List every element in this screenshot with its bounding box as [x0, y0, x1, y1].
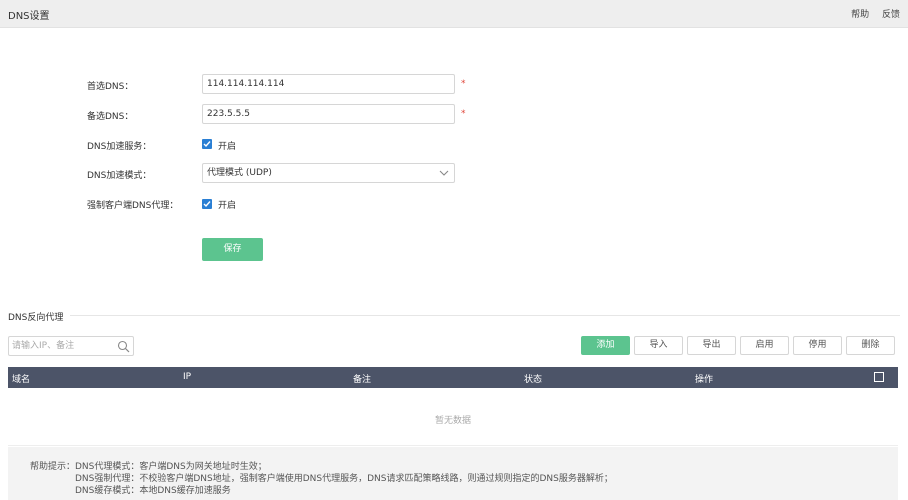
search-box	[8, 336, 134, 356]
select-all-checkbox[interactable]	[874, 372, 884, 382]
accel-mode-value: 代理模式 (UDP)	[207, 168, 272, 178]
force-proxy-label: 强制客户端DNS代理：	[87, 201, 179, 211]
check-icon	[203, 201, 211, 208]
header-links: 帮助 反馈	[841, 7, 900, 20]
save-button[interactable]: 保存	[202, 238, 263, 261]
search-input[interactable]	[12, 337, 112, 355]
table-empty-state: 暂无数据	[8, 388, 898, 446]
column-ip: IP	[183, 372, 192, 382]
help-label: 帮助提示：	[30, 462, 76, 472]
feedback-link[interactable]: 反馈	[882, 10, 900, 20]
force-proxy-option: 开启	[218, 201, 237, 211]
accel-service-label: DNS加速服务：	[87, 142, 152, 152]
secondary-dns-required-mark: *	[461, 109, 466, 119]
secondary-dns-input[interactable]: 223.5.5.5	[202, 104, 455, 124]
column-domain: 域名	[12, 375, 31, 385]
help-tips: 帮助提示： DNS代理模式：客户端DNS为网关地址时生效； DNS强制代理：不校…	[8, 447, 898, 500]
column-status: 状态	[524, 375, 543, 385]
reverse-proxy-title: DNS反向代理	[8, 313, 64, 323]
column-action: 操作	[695, 375, 714, 385]
delete-button[interactable]: 删除	[846, 336, 895, 355]
accel-service-option: 开启	[218, 142, 237, 152]
help-link[interactable]: 帮助	[851, 10, 869, 20]
page-title: DNS设置	[8, 11, 50, 22]
accel-mode-select[interactable]: 代理模式 (UDP)	[202, 163, 455, 183]
section-divider	[70, 315, 900, 316]
force-proxy-checkbox[interactable]	[202, 199, 212, 209]
check-icon	[203, 141, 211, 148]
secondary-dns-label: 备选DNS：	[87, 112, 134, 122]
help-line: DNS缓存模式：本地DNS缓存加速服务	[75, 486, 231, 496]
disable-button[interactable]: 停用	[793, 336, 842, 355]
accel-mode-label: DNS加速模式：	[87, 171, 152, 181]
primary-dns-input[interactable]: 114.114.114.114	[202, 74, 455, 94]
export-button[interactable]: 导出	[687, 336, 736, 355]
primary-dns-label: 首选DNS：	[87, 82, 134, 92]
accel-service-checkbox[interactable]	[202, 139, 212, 149]
enable-button[interactable]: 启用	[740, 336, 789, 355]
chevron-down-icon	[439, 170, 449, 176]
search-icon[interactable]	[117, 340, 130, 353]
table-header: 域名 IP 备注 状态 操作	[8, 367, 898, 388]
primary-dns-required-mark: *	[461, 79, 466, 89]
import-button[interactable]: 导入	[634, 336, 683, 355]
page-header: DNS设置 帮助 反馈	[0, 0, 908, 28]
add-button[interactable]: 添加	[581, 336, 630, 355]
column-remark: 备注	[353, 375, 372, 385]
empty-text: 暂无数据	[434, 416, 471, 426]
